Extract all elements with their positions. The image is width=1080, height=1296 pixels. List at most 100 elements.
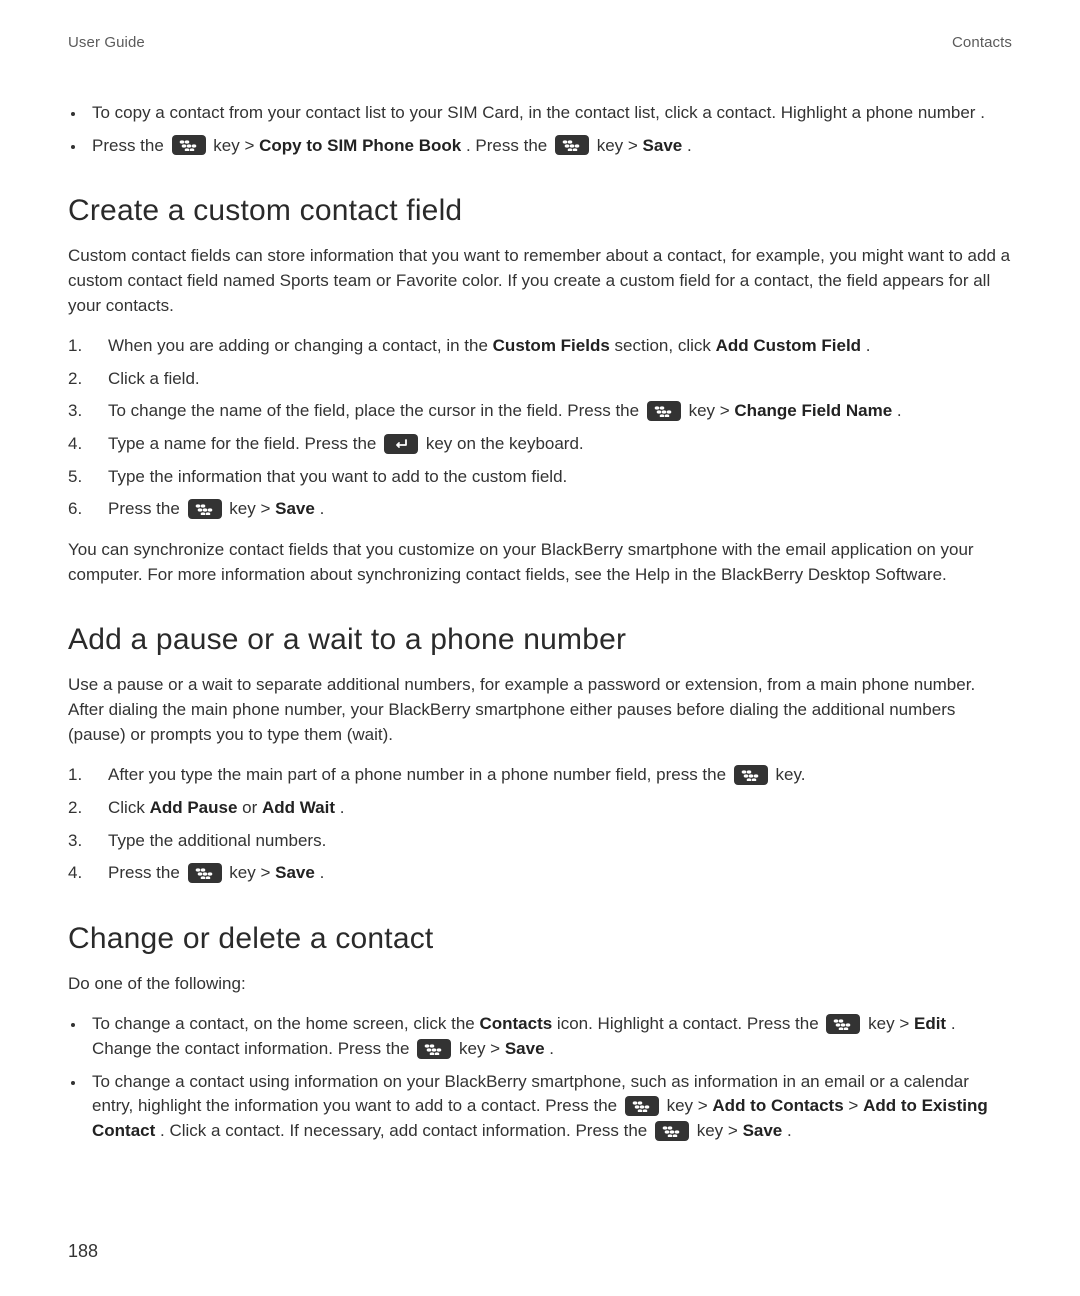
blackberry-menu-key-icon [188,863,222,883]
list-item: 3. Type the additional numbers. [68,829,1012,854]
intro-bullet-list: To copy a contact from your contact list… [68,101,1012,158]
body-text: key > [229,863,275,882]
body-text: key > [213,136,259,155]
section-heading: Add a pause or a wait to a phone number [68,623,1012,657]
body-text: . [549,1039,554,1058]
body-text: or [242,798,262,817]
blackberry-menu-key-icon [555,135,589,155]
section-intro: Custom contact fields can store informat… [68,244,1012,318]
page-number: 188 [68,1241,98,1262]
list-item: Press the key > Copy to SIM Phone Book .… [86,134,1012,159]
body-text: Type the additional numbers. [108,831,326,850]
list-item: 3. To change the name of the field, plac… [68,399,1012,424]
body-text: . [687,136,692,155]
section-intro: Use a pause or a wait to separate additi… [68,673,1012,747]
body-text: key on the keyboard. [426,434,584,453]
list-item: 4. Type a name for the field. Press the … [68,432,1012,457]
body-text: After you type the main part of a phone … [108,765,731,784]
body-text: key > [667,1096,713,1115]
blackberry-menu-key-icon [826,1014,860,1034]
ui-label: Contacts [479,1014,552,1033]
list-item: 4. Press the key > Save . [68,861,1012,886]
ui-label: Add Pause [150,798,238,817]
body-text: key > [689,401,735,420]
blackberry-menu-key-icon [417,1039,451,1059]
body-text: key > [229,499,275,518]
list-item: 2. Click a field. [68,367,1012,392]
ui-label: Custom Fields [493,336,610,355]
body-text: . [320,499,325,518]
step-list: 1. When you are adding or changing a con… [68,334,1012,522]
menu-path-item: Edit [914,1014,946,1033]
menu-path-item: Add to Contacts [712,1096,843,1115]
body-text: Click a field. [108,369,200,388]
body-text: Type a name for the field. Press the [108,434,381,453]
section-outro: You can synchronize contact fields that … [68,538,1012,587]
step-number: 3. [68,399,82,424]
list-item: 5. Type the information that you want to… [68,465,1012,490]
option-bullet-list: To change a contact, on the home screen,… [68,1012,1012,1143]
body-text: > [848,1096,863,1115]
body-text: To change the name of the field, place t… [108,401,644,420]
list-item: To change a contact using information on… [86,1070,1012,1144]
list-item: 2. Click Add Pause or Add Wait . [68,796,1012,821]
list-item: To copy a contact from your contact list… [86,101,1012,126]
list-item: 6. Press the key > Save . [68,497,1012,522]
body-text: . [897,401,902,420]
body-text: . Press the [466,136,552,155]
body-text: Press the [108,863,185,882]
step-number: 2. [68,367,82,392]
step-number: 5. [68,465,82,490]
blackberry-menu-key-icon [655,1121,689,1141]
list-item: 1. When you are adding or changing a con… [68,334,1012,359]
blackberry-menu-key-icon [188,499,222,519]
body-text: key > [459,1039,505,1058]
body-text: key > [868,1014,914,1033]
body-text: key. [776,765,806,784]
blackberry-menu-key-icon [647,401,681,421]
body-text: section, click [615,336,716,355]
body-text: key > [597,136,643,155]
menu-path-item: Change Field Name [734,401,892,420]
step-number: 6. [68,497,82,522]
menu-path-item: Save [743,1121,783,1140]
body-text: To change a contact, on the home screen,… [92,1014,479,1033]
header-left: User Guide [68,34,145,51]
step-list: 1. After you type the main part of a pho… [68,763,1012,886]
menu-path-item: Copy to SIM Phone Book [259,136,461,155]
body-text: When you are adding or changing a contac… [108,336,493,355]
step-number: 3. [68,829,82,854]
body-text: . [340,798,345,817]
body-text: . [787,1121,792,1140]
menu-path-item: Save [275,863,315,882]
section-intro: Do one of the following: [68,972,1012,997]
body-text: . [866,336,871,355]
blackberry-menu-key-icon [172,135,206,155]
body-text: Click [108,798,150,817]
step-number: 2. [68,796,82,821]
section-heading: Create a custom contact field [68,194,1012,228]
menu-path-item: Save [505,1039,545,1058]
section-heading: Change or delete a contact [68,922,1012,956]
list-item: 1. After you type the main part of a pho… [68,763,1012,788]
list-item: To change a contact, on the home screen,… [86,1012,1012,1061]
blackberry-menu-key-icon [625,1096,659,1116]
body-text: Press the [92,136,169,155]
step-number: 4. [68,432,82,457]
ui-label: Add Custom Field [716,336,861,355]
body-text: To copy a contact from your contact list… [92,103,985,122]
body-text: key > [697,1121,743,1140]
page-header: User Guide Contacts [68,34,1012,51]
step-number: 1. [68,763,82,788]
step-number: 1. [68,334,82,359]
blackberry-menu-key-icon [734,765,768,785]
enter-key-icon [384,434,418,454]
body-text: icon. Highlight a contact. Press the [557,1014,823,1033]
menu-path-item: Save [643,136,683,155]
ui-label: Add Wait [262,798,335,817]
menu-path-item: Save [275,499,315,518]
body-text: . [320,863,325,882]
header-right: Contacts [952,34,1012,51]
body-text: Type the information that you want to ad… [108,467,567,486]
body-text: Press the [108,499,185,518]
